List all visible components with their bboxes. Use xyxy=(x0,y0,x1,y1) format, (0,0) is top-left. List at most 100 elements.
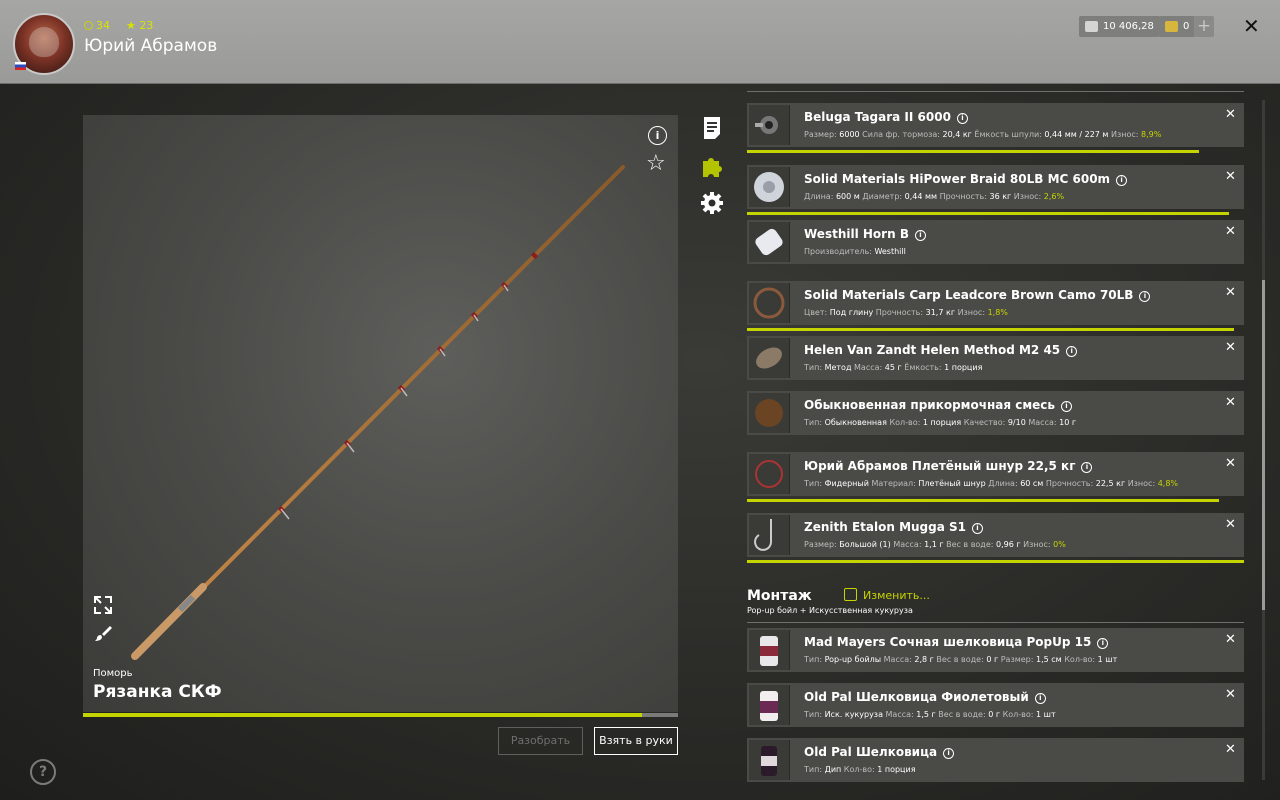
info-icon[interactable]: i xyxy=(648,126,667,145)
info-icon[interactable]: i xyxy=(956,113,968,124)
tackle-item[interactable]: Юрий Абрамов Плетёный шнур 22,5 кг i Тип: … xyxy=(747,452,1244,496)
close-icon[interactable]: ✕ xyxy=(1243,14,1260,38)
wear-bar xyxy=(747,560,1244,563)
property-value: Обыкновенная xyxy=(824,418,887,427)
property-value: 600 м xyxy=(835,192,860,201)
bait-item[interactable]: Old Pal Шелковица i Тип: Дип Кол-во: 1 пор… xyxy=(747,738,1244,782)
divider xyxy=(747,91,1244,92)
divider xyxy=(747,622,1244,623)
property-label: Масса: xyxy=(885,710,917,719)
tackle-puzzle-icon[interactable] xyxy=(700,154,724,178)
expand-icon[interactable] xyxy=(94,596,112,614)
bait-item[interactable]: Mad Mayers Сочная шелковица PopUp 15 i Тип… xyxy=(747,628,1244,672)
take-in-hands-button[interactable]: Взять в руки xyxy=(594,727,678,755)
remove-item-icon[interactable]: ✕ xyxy=(1225,224,1236,239)
info-icon[interactable]: i xyxy=(1034,693,1046,704)
level-ring-icon xyxy=(84,21,93,30)
tackle-item[interactable]: Zenith Etalon Mugga S1 i Размер: Большой (… xyxy=(747,513,1244,557)
property-label: Прочность: xyxy=(875,308,926,317)
item-name-text: Обыкновенная прикормочная смесь xyxy=(804,398,1055,412)
property-label: Ёмкость: xyxy=(904,363,945,372)
item-name[interactable]: Old Pal Шелковица Фиолетовый i xyxy=(804,690,1046,704)
item-name[interactable]: Mad Mayers Сочная шелковица PopUp 15 i xyxy=(804,635,1109,649)
property-label: Тип: xyxy=(804,710,825,719)
gold-balance[interactable]: 0 xyxy=(1159,16,1196,37)
info-icon[interactable]: i xyxy=(1081,462,1093,473)
property-label: Износ: xyxy=(1013,192,1044,201)
favorite-star-icon[interactable]: ☆ xyxy=(646,151,666,176)
tackle-item[interactable]: Westhill Horn B i Производитель: Westhill … xyxy=(747,220,1244,264)
silver-value: 10 406,28 xyxy=(1103,21,1154,32)
item-name[interactable]: Westhill Horn B i xyxy=(804,227,926,241)
remove-item-icon[interactable]: ✕ xyxy=(1225,285,1236,300)
property-label: Износ: xyxy=(1127,479,1158,488)
item-name-text: Old Pal Шелковица xyxy=(804,745,938,759)
item-name[interactable]: Old Pal Шелковица i xyxy=(804,745,955,759)
info-icon[interactable]: i xyxy=(972,523,983,534)
property-value: 0,44 мм xyxy=(904,192,938,201)
item-thumbnail xyxy=(749,222,790,262)
property-label: Диаметр: xyxy=(862,192,905,201)
item-name[interactable]: Solid Materials Carp Leadcore Brown Camo… xyxy=(804,288,1151,302)
item-properties: Тип: Pop-up бойлы Масса: 2,8 г Вес в вод… xyxy=(804,655,1117,664)
remove-item-icon[interactable]: ✕ xyxy=(1225,742,1236,757)
wear-bar xyxy=(747,499,1220,502)
remove-item-icon[interactable]: ✕ xyxy=(1225,169,1236,184)
info-icon[interactable]: i xyxy=(1116,175,1128,186)
property-label: Длина: xyxy=(804,192,836,201)
bait-item[interactable]: Old Pal Шелковица Фиолетовый i Тип: Иск. к… xyxy=(747,683,1244,727)
disassemble-button[interactable]: Разобрать xyxy=(498,727,583,755)
property-label: Кол-во: xyxy=(889,418,923,427)
property-value: Фидерный xyxy=(824,479,869,488)
property-value: 1,1 г xyxy=(924,540,944,549)
description-icon[interactable] xyxy=(700,116,724,140)
settings-gear-icon[interactable] xyxy=(700,191,724,215)
info-icon[interactable]: i xyxy=(914,230,926,241)
item-properties: Размер: Большой (1) Масса: 1,1 г Вес в в… xyxy=(804,540,1066,549)
item-properties: Тип: Фидерный Материал: Плетёный шнур Дл… xyxy=(804,479,1178,488)
remove-item-icon[interactable]: ✕ xyxy=(1225,456,1236,471)
property-label: Размер: xyxy=(804,130,840,139)
paint-brush-icon[interactable] xyxy=(94,624,112,642)
tackle-item[interactable]: Helen Van Zandt Helen Method M2 45 i Тип: … xyxy=(747,336,1244,380)
item-name[interactable]: Beluga Tagara II 6000 i xyxy=(804,110,968,124)
info-icon[interactable]: i xyxy=(1097,638,1109,649)
buy-gold-button[interactable]: + xyxy=(1194,16,1214,37)
property-label: Длина: xyxy=(988,479,1021,488)
rod-viewer[interactable]: i ☆ Поморь Рязанка СКФ xyxy=(83,115,678,712)
remove-item-icon[interactable]: ✕ xyxy=(1225,687,1236,702)
info-icon[interactable]: i xyxy=(1061,401,1072,412)
item-name[interactable]: Solid Materials HiPower Braid 80LB MC 60… xyxy=(804,172,1128,186)
edit-montage-button[interactable]: Изменить... xyxy=(844,588,930,602)
tackle-item[interactable]: Обыкновенная прикормочная смесь i Тип: Обы… xyxy=(747,391,1244,435)
remove-item-icon[interactable]: ✕ xyxy=(1225,107,1236,122)
info-icon[interactable]: i xyxy=(1066,346,1078,357)
remove-item-icon[interactable]: ✕ xyxy=(1225,340,1236,355)
property-label: Производитель: xyxy=(804,247,875,256)
property-value: 22,5 кг xyxy=(1095,479,1126,488)
property-label: Материал: xyxy=(871,479,919,488)
property-value: Метод xyxy=(824,363,852,372)
scrollbar-thumb[interactable] xyxy=(1262,280,1265,610)
info-icon[interactable]: i xyxy=(1139,291,1151,302)
help-icon[interactable]: ? xyxy=(30,759,56,785)
tackle-item[interactable]: Solid Materials Carp Leadcore Brown Camo… xyxy=(747,281,1244,325)
remove-item-icon[interactable]: ✕ xyxy=(1225,632,1236,647)
property-value: 45 г xyxy=(884,363,902,372)
remove-item-icon[interactable]: ✕ xyxy=(1225,395,1236,410)
item-name-text: Beluga Tagara II 6000 xyxy=(804,110,951,124)
item-name[interactable]: Юрий Абрамов Плетёный шнур 22,5 кг i xyxy=(804,459,1093,473)
remove-item-icon[interactable]: ✕ xyxy=(1225,517,1236,532)
tackle-item[interactable]: Beluga Tagara II 6000 i Размер: 6000 Сила … xyxy=(747,103,1244,147)
tackle-item[interactable]: Solid Materials HiPower Braid 80LB MC 60… xyxy=(747,165,1244,209)
level-value: 34 xyxy=(96,19,110,32)
property-value: 0,44 мм / 227 м xyxy=(1044,130,1109,139)
silver-balance[interactable]: 10 406,28 xyxy=(1079,16,1160,37)
gold-value: 0 xyxy=(1183,21,1190,32)
edit-pen-icon xyxy=(844,588,857,601)
info-icon[interactable]: i xyxy=(943,748,955,759)
property-label: Тип: xyxy=(804,765,825,774)
item-name[interactable]: Helen Van Zandt Helen Method M2 45 i xyxy=(804,343,1078,357)
item-name[interactable]: Zenith Etalon Mugga S1 i xyxy=(804,520,983,534)
item-name[interactable]: Обыкновенная прикормочная смесь i xyxy=(804,398,1072,412)
